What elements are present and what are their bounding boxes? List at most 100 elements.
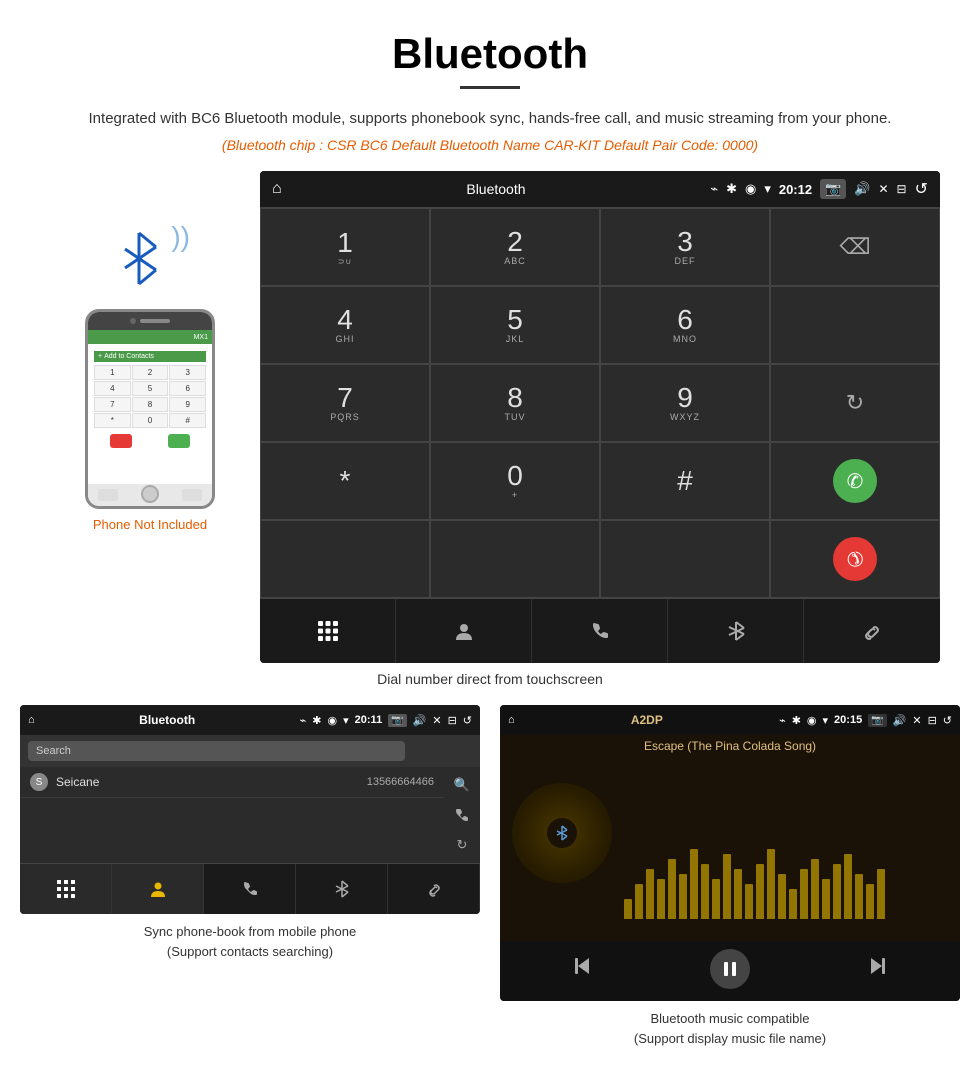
viz-bar — [745, 884, 753, 919]
home-icon[interactable]: ⌂ — [272, 180, 282, 198]
phone-call-button[interactable] — [168, 434, 190, 448]
close-icon[interactable]: ✕ — [878, 182, 888, 196]
play-pause-button[interactable] — [710, 949, 750, 989]
end-call-button[interactable]: ✆ — [824, 528, 886, 590]
volume-icon[interactable]: 🔊 — [854, 181, 870, 197]
phone-key-1[interactable]: 1 — [94, 365, 131, 380]
dial-refresh-cell[interactable]: ↻ — [770, 364, 940, 442]
viz-bar — [833, 864, 841, 919]
music-status-bar: ⌂ A2DP ⌁ ✱ ◉ ▾ 20:15 📷 🔊 ✕ ⊟ ↺ — [500, 705, 960, 735]
dial-num-4: 4 — [337, 306, 353, 334]
pb-home-icon[interactable]: ⌂ — [28, 714, 35, 726]
music-back-icon[interactable]: ↺ — [943, 714, 952, 727]
pb-split-icon[interactable]: ⊟ — [448, 714, 457, 727]
nav-keypad-button[interactable] — [260, 599, 396, 663]
viz-bar — [844, 854, 852, 919]
phone-key-star[interactable]: * — [94, 413, 131, 428]
dial-key-8[interactable]: 8 TUV — [430, 364, 600, 442]
pb-contact-row[interactable]: S Seicane 13566664466 — [20, 767, 444, 798]
nav-contacts-button[interactable] — [396, 599, 532, 663]
dial-key-2[interactable]: 2 ABC — [430, 208, 600, 286]
phone-menu-button[interactable] — [182, 489, 202, 501]
music-camera-icon[interactable]: 📷 — [868, 714, 886, 727]
viz-bar — [866, 884, 874, 919]
contact-number: 13566664466 — [367, 776, 434, 788]
pb-status-bar: ⌂ Bluetooth ⌁ ✱ ◉ ▾ 20:11 📷 🔊 ✕ ⊟ ↺ — [20, 705, 480, 735]
back-icon[interactable]: ↺ — [915, 179, 928, 199]
viz-bar — [723, 854, 731, 919]
chip-info-text: (Bluetooth chip : CSR BC6 Default Blueto… — [0, 137, 980, 153]
phone-key-2[interactable]: 2 — [132, 365, 169, 380]
prev-track-button[interactable] — [570, 954, 594, 984]
dial-num-hash: # — [677, 467, 693, 495]
pb-bt-icon: ✱ — [312, 714, 321, 727]
music-time: 20:15 — [834, 714, 862, 726]
pb-nav-link[interactable] — [388, 864, 480, 914]
dial-num-star: * — [340, 467, 351, 495]
phone-key-6[interactable]: 6 — [169, 381, 206, 396]
camera-icon[interactable]: 📷 — [820, 179, 846, 199]
music-home-icon[interactable]: ⌂ — [508, 714, 515, 726]
nav-phone-button[interactable] — [532, 599, 668, 663]
nav-bluetooth-button[interactable] — [668, 599, 804, 663]
music-bt-icon: ✱ — [792, 714, 801, 727]
phone-key-5[interactable]: 5 — [132, 381, 169, 396]
dial-key-hash[interactable]: # — [600, 442, 770, 520]
music-vol-icon[interactable]: 🔊 — [893, 714, 907, 727]
dial-key-7[interactable]: 7 PQRS — [260, 364, 430, 442]
pb-nav-phone[interactable] — [204, 864, 296, 914]
phone-key-3[interactable]: 3 — [169, 365, 206, 380]
dial-key-3[interactable]: 3 DEF — [600, 208, 770, 286]
next-track-button[interactable] — [866, 954, 890, 984]
music-usb-icon: ⌁ — [779, 714, 786, 727]
dial-call-red-cell[interactable]: ✆ — [770, 520, 940, 598]
phone-speaker-icon — [140, 319, 170, 323]
dial-num-2: 2 — [507, 228, 523, 256]
pb-search-icon[interactable]: 🔍 — [448, 771, 476, 799]
pb-phone-side-icon[interactable] — [448, 801, 476, 829]
dial-key-star[interactable]: * — [260, 442, 430, 520]
phone-key-8[interactable]: 8 — [132, 397, 169, 412]
phone-key-0[interactable]: 0 — [132, 413, 169, 428]
dial-key-9[interactable]: 9 WXYZ — [600, 364, 770, 442]
status-time: 20:12 — [779, 182, 812, 197]
dial-sub-8: TUV — [505, 412, 526, 422]
dial-key-4[interactable]: 4 GHI — [260, 286, 430, 364]
dial-key-0[interactable]: 0 + — [430, 442, 600, 520]
music-split-icon[interactable]: ⊟ — [928, 714, 937, 727]
android-dial-screen: ⌂ Bluetooth ⌁ ✱ ◉ ▾ 20:12 📷 🔊 ✕ ⊟ ↺ 1 ⊃∪… — [260, 171, 940, 663]
album-center — [547, 818, 577, 848]
phone-end-call-button[interactable] — [110, 434, 132, 448]
nav-link-button[interactable] — [804, 599, 940, 663]
phone-key-7[interactable]: 7 — [94, 397, 131, 412]
pb-search-field[interactable]: Search — [28, 741, 405, 761]
pb-camera-icon[interactable]: 📷 — [388, 714, 406, 727]
phone-home-button[interactable] — [141, 485, 159, 503]
dial-empty-cell-1 — [770, 286, 940, 364]
phone-top-bar — [88, 312, 212, 330]
dial-sub-5: JKL — [506, 334, 525, 344]
call-button-green[interactable]: ✆ — [833, 459, 877, 503]
pb-vol-icon[interactable]: 🔊 — [413, 714, 427, 727]
phone-key-4[interactable]: 4 — [94, 381, 131, 396]
pb-refresh-icon[interactable]: ↻ — [448, 831, 476, 859]
pb-nav-contacts[interactable] — [112, 864, 204, 914]
phone-key-hash[interactable]: # — [169, 413, 206, 428]
split-icon[interactable]: ⊟ — [897, 182, 907, 196]
music-close-icon[interactable]: ✕ — [912, 714, 921, 727]
dial-key-5[interactable]: 5 JKL — [430, 286, 600, 364]
pb-time: 20:11 — [355, 714, 383, 726]
pb-back-icon[interactable]: ↺ — [463, 714, 472, 727]
dial-key-1[interactable]: 1 ⊃∪ — [260, 208, 430, 286]
viz-bar — [657, 879, 665, 919]
dial-call-green-cell[interactable]: ✆ — [770, 442, 940, 520]
pb-nav-keypad[interactable] — [20, 864, 112, 914]
music-caption: Bluetooth music compatible(Support displ… — [500, 1009, 960, 1048]
dial-backspace-cell[interactable]: ⌫ — [770, 208, 940, 286]
phone-key-9[interactable]: 9 — [169, 397, 206, 412]
dial-key-6[interactable]: 6 MNO — [600, 286, 770, 364]
pb-close-icon[interactable]: ✕ — [432, 714, 441, 727]
phone-back-button[interactable] — [98, 489, 118, 501]
screen-title: Bluetooth — [290, 181, 703, 197]
pb-nav-bluetooth[interactable] — [296, 864, 388, 914]
